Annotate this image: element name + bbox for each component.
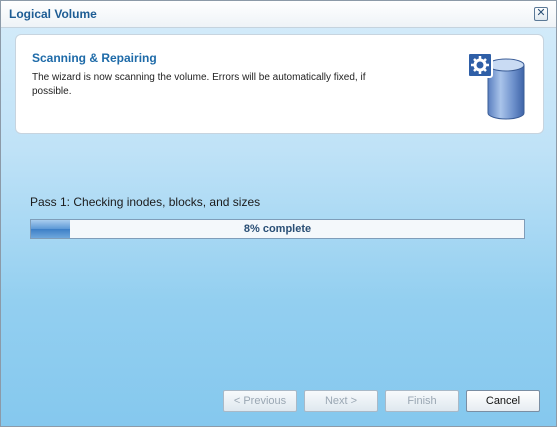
close-icon: ✕ — [536, 7, 546, 19]
window-title: Logical Volume — [9, 7, 97, 21]
cancel-button[interactable]: Cancel — [466, 390, 540, 412]
title-bar: Logical Volume ✕ — [1, 1, 556, 28]
step-description: The wizard is now scanning the volume. E… — [32, 72, 366, 97]
header-panel: Scanning & Repairing The wizard is now s… — [15, 34, 544, 134]
finish-button[interactable]: Finish — [385, 390, 459, 412]
next-button[interactable]: Next > — [304, 390, 378, 412]
step-title: Scanning & Repairing — [32, 51, 157, 65]
wizard-window: Logical Volume ✕ Scanning & Repairing Th… — [0, 0, 557, 427]
pass-label: Pass 1: Checking inodes, blocks, and siz… — [30, 195, 261, 209]
previous-button[interactable]: < Previous — [223, 390, 297, 412]
volume-gear-icon — [467, 52, 525, 120]
progress-bar: 8% complete — [30, 219, 525, 239]
progress-text: 8% complete — [243, 223, 312, 235]
close-button[interactable]: ✕ — [534, 7, 548, 21]
